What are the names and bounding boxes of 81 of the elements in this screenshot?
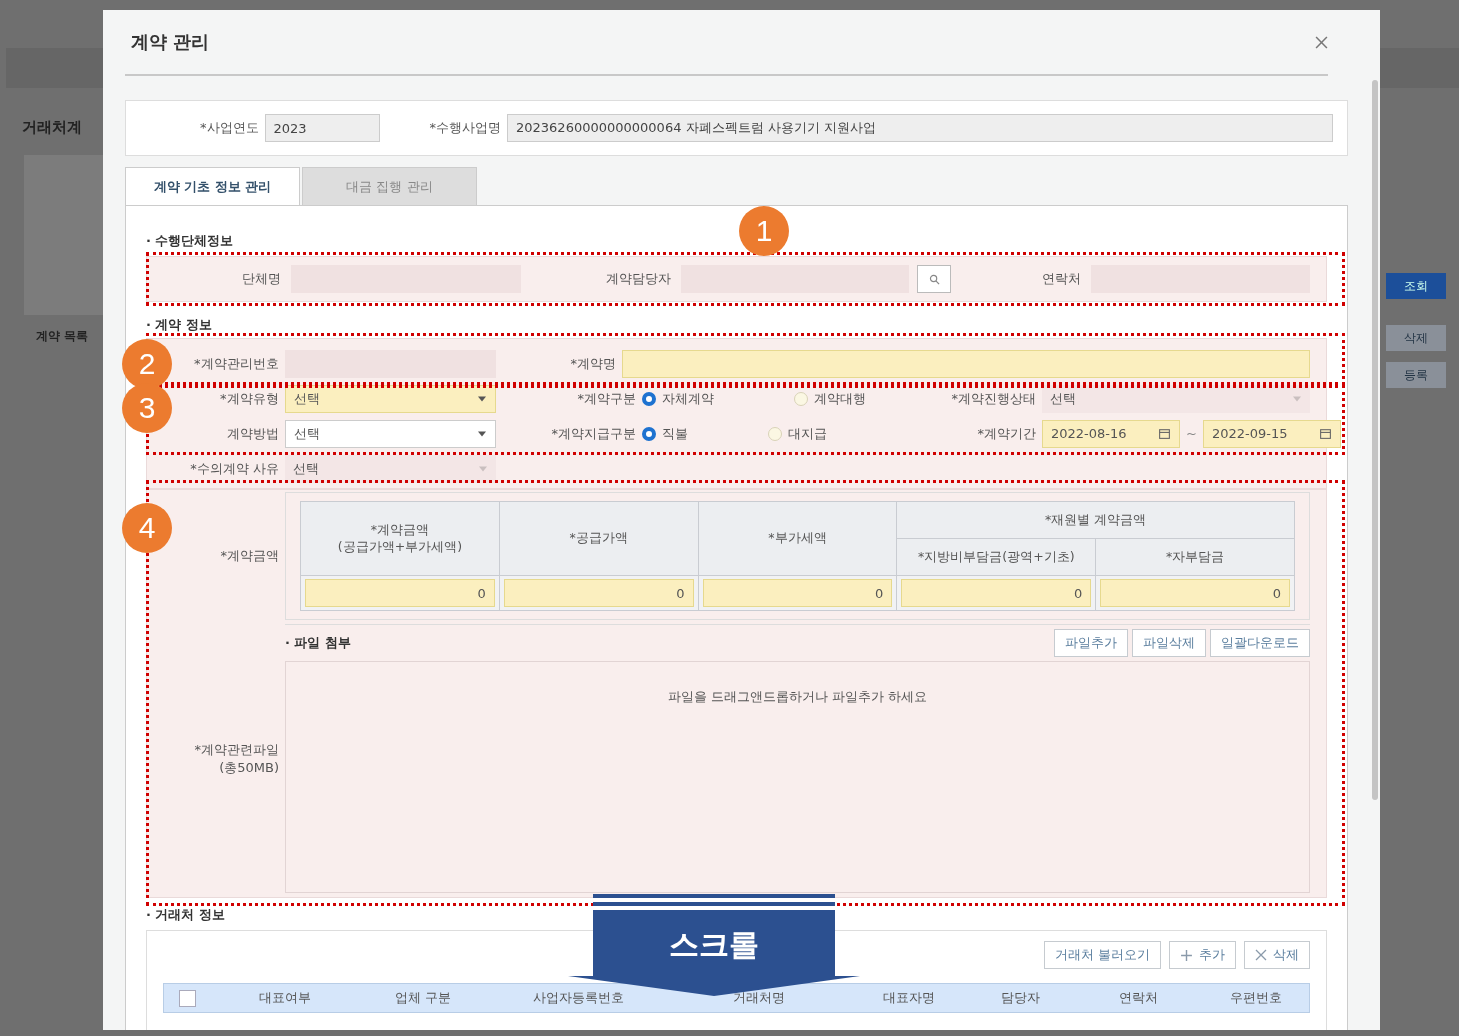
drop-hint: 파일을 드래그앤드롭하거나 파일추가 하세요 [667,688,928,706]
radio-option[interactable]: 자체계약 [642,389,714,408]
calendar-icon[interactable] [1318,427,1332,440]
calendar-icon[interactable] [1158,427,1171,440]
amount-field[interactable]: 0 [503,579,694,607]
toolbar-button[interactable]: 거래처 불러오기 [1044,941,1161,969]
column-header: 우편번호 [1228,989,1283,1007]
dropdown[interactable]: 선택 [1042,384,1310,413]
field-label: *계약지급구분 [550,424,636,443]
field-label: 단체명 [241,270,281,288]
dropdown[interactable]: 선택 [284,384,496,413]
search-icon [928,273,940,285]
file-button[interactable]: 일괄다운로드 [1210,629,1310,657]
column-header: *공급가액 [499,501,699,576]
section-title: · 수행단체정보 [146,232,234,250]
field-label: *수의계약 사유 [189,459,279,478]
field-label: 계약방법 [225,424,279,443]
column-header: *부가세액 [698,501,897,576]
background-button[interactable]: 조회 [1386,273,1446,299]
radio-option[interactable]: 계약대행 [794,389,866,408]
section-title: · 계약 정보 [146,316,212,334]
close-icon[interactable] [1315,35,1328,49]
cross-icon [1255,949,1267,961]
field-label: *사업연도 [200,119,259,137]
field-label: *계약명 [569,354,616,373]
column-header: 연락처 [1117,989,1159,1007]
field-label: *계약유형 [219,389,279,408]
caret-icon [477,430,487,437]
dropdown[interactable]: 선택 [285,454,496,483]
field-label: *계약금액 [219,547,279,565]
tab[interactable]: 계약 기초 정보 관리 [125,167,300,205]
date-field[interactable]: 2022-08-16 [1042,419,1180,448]
column-header: 업체 구분 [394,989,453,1007]
amount-field[interactable]: 0 [901,579,1092,607]
background-button[interactable]: 등록 [1386,362,1446,388]
amount-field[interactable]: 0 [702,579,893,607]
plus-icon [1180,948,1193,962]
column-header: 담당자 [1000,989,1042,1007]
text-field[interactable]: 20236260000000000064 자폐스펙트럼 사용기기 지원사업 [507,114,1333,142]
drop-zone[interactable]: 파일을 드래그앤드롭하거나 파일추가 하세요 [285,661,1310,893]
checkbox[interactable] [178,989,196,1007]
section-title: · 파일 첨부 [285,634,351,652]
section-title: 계약 목록 [36,328,89,345]
dropdown[interactable]: 선택 [284,419,496,448]
caret-icon [1292,395,1302,402]
column-header: 대표여부 [257,989,312,1007]
caret-icon [477,395,487,402]
scrollbar[interactable] [1372,80,1378,800]
window-title: 계약 관리 [130,30,210,54]
radio-option[interactable]: 대지급 [768,424,827,443]
amount-field[interactable]: 0 [1100,579,1290,607]
date-field[interactable]: 2022-09-15 [1202,419,1341,448]
column-header: *재원별 계약금액 [896,501,1295,539]
search-button[interactable] [917,265,951,293]
section-title: · 거래처 정보 [146,906,225,924]
text-field[interactable] [622,349,1310,378]
field-label: *수행사업명 [429,119,501,137]
caret-icon [478,465,488,472]
column-header: *계약금액 (공급가액+부가세액) [300,501,500,576]
field-label: *계약기간 [976,424,1036,443]
range-separator: ~ [1186,426,1197,441]
toolbar-button[interactable]: 삭제 [1244,941,1310,969]
field-label: *계약진행상태 [950,389,1036,408]
amount-field[interactable]: 0 [305,579,495,607]
column-header: *자부담금 [1095,538,1295,576]
column-header: 거래처명 [732,989,787,1007]
field-label: *계약관리번호 [193,354,279,373]
toolbar-button[interactable]: 추가 [1169,941,1236,969]
text-field[interactable]: 2023 [264,114,380,142]
radio-option[interactable]: 직불 [642,424,688,443]
column-header: 대표자명 [881,989,936,1007]
file-button[interactable]: 파일추가 [1054,629,1128,657]
column-header: *지방비부담금(광역+기초) [896,538,1096,576]
background-button[interactable]: 삭제 [1386,325,1446,351]
field-label: *계약구분 [576,389,636,408]
column-header: 사업자등록번호 [531,989,625,1007]
field-label: *계약관련파일 (총50MB) [193,740,279,777]
field-label: 연락처 [1041,270,1081,288]
file-button[interactable]: 파일삭제 [1132,629,1206,657]
page-title: 거래처계 [22,118,82,137]
field-label: 계약담당자 [605,270,671,288]
